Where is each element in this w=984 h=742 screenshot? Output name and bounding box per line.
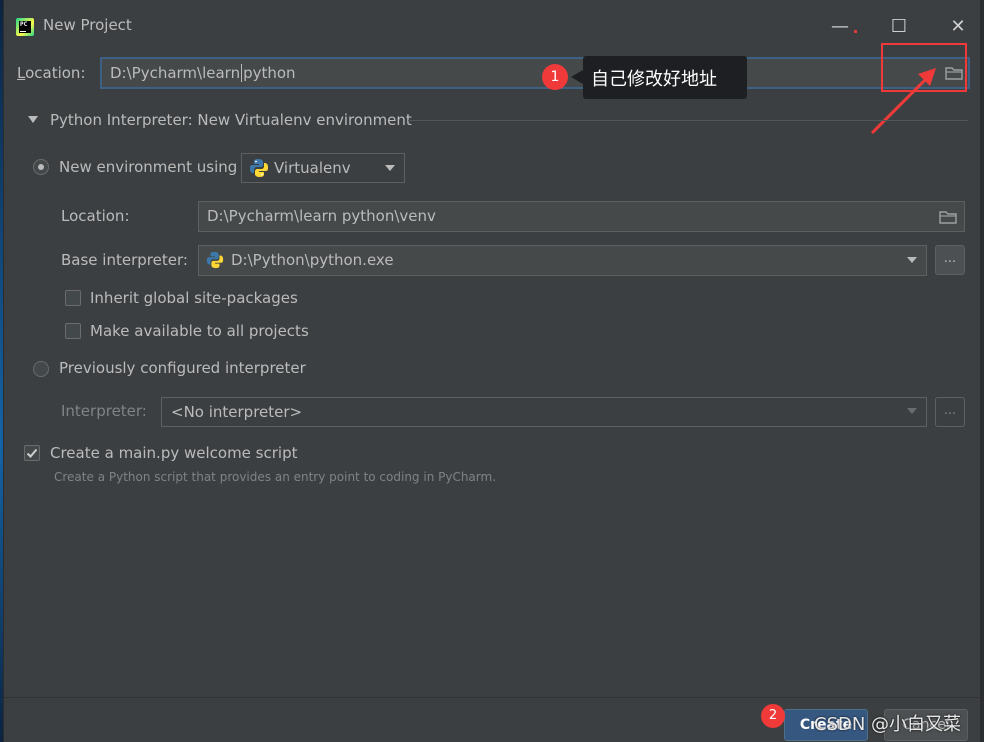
folder-icon[interactable] [939, 210, 957, 224]
section-divider [408, 120, 968, 121]
annotation-arrow-icon [870, 68, 936, 135]
previous-interpreter-radio[interactable] [33, 361, 49, 377]
base-interpreter-dropdown[interactable]: D:\Python\python.exe [198, 245, 927, 276]
venv-location-label: Location: [61, 207, 130, 225]
make-available-checkbox[interactable] [65, 323, 81, 339]
base-interpreter-browse-button[interactable]: ... [935, 245, 965, 275]
previous-interpreter-label: Previously configured interpreter [59, 359, 306, 377]
triangle-down-icon[interactable] [28, 116, 38, 123]
close-button[interactable]: ✕ [942, 14, 974, 40]
project-location-label: Location: [17, 64, 86, 82]
new-environment-label: New environment using [59, 158, 238, 176]
annotation-badge-2: 2 [761, 704, 785, 728]
maximize-button[interactable]: ☐ [883, 14, 915, 40]
minimize-button[interactable]: — [824, 14, 856, 40]
inherit-site-packages-checkbox[interactable] [65, 290, 81, 306]
window-title: New Project [43, 16, 132, 34]
interpreter-section-title[interactable]: Python Interpreter: New Virtualenv envir… [50, 111, 412, 129]
footer-divider [4, 697, 980, 698]
callout-pointer [571, 70, 583, 84]
interpreter-browse-button[interactable]: ... [935, 397, 965, 427]
project-location-input[interactable]: D:\Pycharm\learn python [100, 57, 970, 89]
mnemonic-l: L [17, 64, 26, 82]
project-location-prefix: D:\Pycharm\learn [110, 64, 241, 82]
watermark: CSDN @小白又菜 [814, 714, 962, 735]
text-caret [241, 64, 243, 82]
python-icon [206, 251, 224, 269]
chevron-down-icon [907, 408, 917, 414]
chevron-down-icon [907, 257, 917, 263]
welcome-script-label: Create a main.py welcome script [50, 444, 298, 462]
new-project-dialog: PC New Project — ☐ ✕ Location: D:\Pychar… [4, 0, 980, 742]
project-location-suffix: python [243, 64, 296, 82]
chevron-down-icon [385, 165, 395, 171]
project-location-label-rest: ocation: [25, 64, 86, 82]
interpreter-label: Interpreter: [61, 402, 147, 420]
new-environment-radio[interactable] [33, 159, 49, 175]
base-interpreter-label: Base interpreter: [61, 251, 188, 269]
make-available-label: Make available to all projects [90, 322, 309, 340]
inherit-site-packages-label: Inherit global site-packages [90, 289, 298, 307]
check-icon [26, 448, 38, 458]
annotation-dot [854, 30, 857, 33]
pycharm-logo-icon: PC [16, 18, 34, 36]
python-icon [250, 159, 268, 177]
interpreter-value: <No interpreter> [171, 403, 303, 421]
welcome-script-description: Create a Python script that provides an … [54, 470, 497, 484]
base-interpreter-value: D:\Python\python.exe [231, 251, 394, 269]
interpreter-dropdown[interactable]: <No interpreter> [161, 397, 927, 427]
callout-text: 自己修改好地址 [591, 69, 717, 90]
environment-tool-value: Virtualenv [274, 159, 351, 177]
venv-location-input[interactable]: D:\Pycharm\learn python\venv [198, 201, 965, 232]
annotation-badge-1: 1 [542, 64, 568, 90]
welcome-script-checkbox[interactable] [24, 445, 40, 461]
